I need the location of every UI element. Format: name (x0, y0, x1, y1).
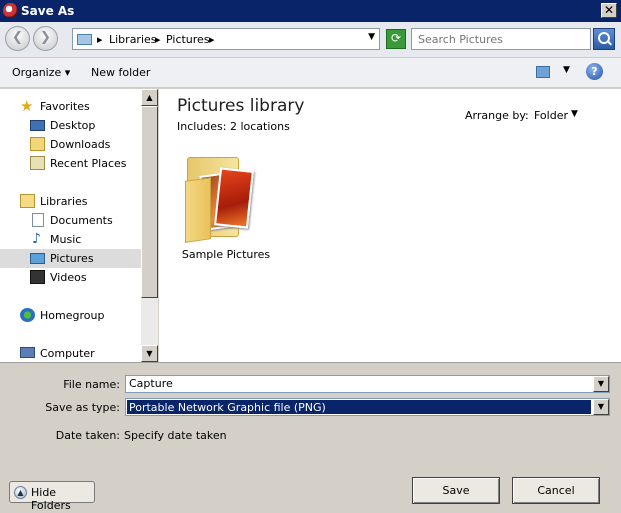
star-icon: ★ (20, 97, 34, 115)
scroll-up-icon[interactable]: ▲ (141, 89, 158, 106)
save-as-type-select[interactable]: Portable Network Graphic file (PNG) ▼ (125, 398, 610, 416)
app-icon (3, 3, 18, 18)
nav-videos[interactable]: Videos (0, 268, 141, 287)
forward-button[interactable]: ❯ (33, 26, 58, 51)
arrange-by-label: Arrange by: (465, 109, 529, 122)
videos-icon (30, 270, 45, 284)
music-icon: ♪ (32, 231, 41, 247)
window-title: Save As (21, 4, 75, 18)
nav-computer[interactable]: Computer (0, 344, 141, 363)
help-icon[interactable]: ? (586, 63, 603, 80)
scroll-thumb[interactable] (141, 106, 158, 298)
date-taken-field[interactable]: Specify date taken (124, 429, 227, 442)
command-toolbar: Organize ▾ New folder ▼ ? (0, 58, 621, 88)
crumb-separator-icon[interactable]: ▸ (97, 33, 103, 46)
address-dropdown-icon[interactable]: ▼ (368, 32, 375, 42)
folder-icon (77, 34, 92, 45)
date-taken-label: Date taken: (55, 429, 120, 442)
search-input[interactable] (411, 28, 591, 50)
nav-downloads[interactable]: Downloads (0, 135, 141, 154)
nav-scrollbar[interactable]: ▲ ▼ (141, 89, 158, 362)
view-dropdown-icon[interactable]: ▼ (563, 65, 570, 75)
save-button[interactable]: Save (412, 477, 500, 504)
library-includes[interactable]: Includes: 2 locations (177, 120, 290, 133)
new-folder-button[interactable]: New folder (91, 66, 150, 79)
scroll-down-icon[interactable]: ▼ (141, 345, 158, 362)
file-name-input[interactable]: Capture ▼ (125, 375, 610, 393)
save-type-dropdown-icon[interactable]: ▼ (593, 399, 609, 415)
address-bar[interactable]: ▸ Libraries ▸ Pictures ▸ ▼ (72, 28, 380, 50)
collapse-icon: ▲ (14, 486, 27, 499)
documents-icon (32, 213, 44, 227)
crumb-separator-icon[interactable]: ▸ (155, 33, 161, 46)
save-as-type-label: Save as type: (45, 401, 120, 414)
arrange-by-dropdown[interactable]: Folder (534, 109, 568, 122)
folder-with-pictures-icon[interactable] (183, 149, 255, 243)
back-button[interactable]: ❮ (5, 26, 30, 51)
save-form: File name: Capture ▼ Save as type: Porta… (0, 362, 621, 513)
desktop-icon (30, 120, 45, 131)
close-button[interactable]: ✕ (601, 3, 617, 18)
pictures-icon (30, 253, 45, 264)
breadcrumb-libraries[interactable]: Libraries (109, 33, 157, 46)
nav-recent-places[interactable]: Recent Places (0, 154, 141, 173)
cancel-button[interactable]: Cancel (512, 477, 600, 504)
file-name-label: File name: (63, 378, 120, 391)
nav-homegroup[interactable]: Homegroup (0, 306, 141, 325)
organize-button[interactable]: Organize ▾ (12, 66, 70, 79)
nav-pictures[interactable]: Pictures (0, 249, 141, 268)
search-icon[interactable] (593, 28, 615, 50)
navigation-pane: ★ Favorites Desktop Downloads Recent Pla… (0, 89, 158, 362)
computer-icon (20, 347, 35, 358)
nav-desktop[interactable]: Desktop (0, 116, 141, 135)
homegroup-icon (20, 308, 35, 322)
hide-folders-button[interactable]: ▲ Hide Folders (9, 481, 95, 512)
crumb-separator-icon[interactable]: ▸ (209, 33, 215, 46)
downloads-icon (30, 137, 45, 151)
nav-music[interactable]: ♪ Music (0, 230, 141, 249)
title-bar: Save As ✕ (0, 0, 621, 22)
nav-documents[interactable]: Documents (0, 211, 141, 230)
view-icon[interactable] (536, 66, 550, 78)
content-pane: Pictures library Includes: 2 locations A… (159, 89, 621, 362)
refresh-button[interactable]: ⟳ (386, 29, 406, 49)
libraries-icon (20, 194, 35, 208)
file-name-dropdown-icon[interactable]: ▼ (593, 376, 609, 392)
address-row: ❮ ❯ ▸ Libraries ▸ Pictures ▸ ▼ ⟳ (0, 22, 621, 58)
folder-item-label[interactable]: Sample Pictures (179, 248, 273, 261)
breadcrumb-pictures[interactable]: Pictures (166, 33, 210, 46)
arrange-dropdown-icon[interactable]: ▼ (571, 109, 578, 119)
nav-libraries[interactable]: Libraries (0, 192, 141, 211)
library-title: Pictures library (177, 96, 305, 116)
nav-favorites[interactable]: ★ Favorites (0, 97, 141, 116)
recent-places-icon (30, 156, 45, 170)
